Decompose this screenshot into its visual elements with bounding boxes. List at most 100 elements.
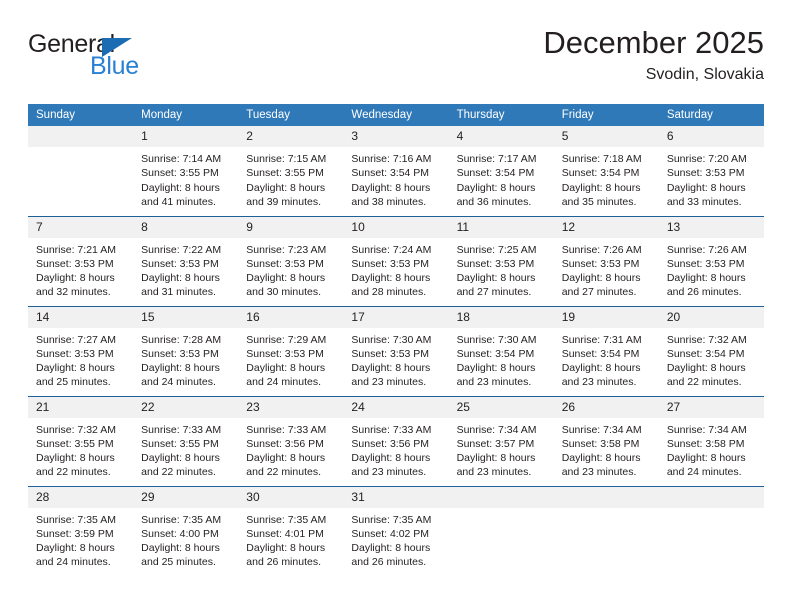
calendar-day-cell[interactable]: 9 Sunrise: 7:23 AM Sunset: 3:53 PM Daylight… — [238, 215, 344, 306]
calendar-day-cell[interactable]: 28 Sunrise: 7:35 AM Sunset: 3:59 PM Dayligh… — [28, 485, 134, 576]
daylight-duration-line2: and 22 minutes. — [36, 466, 111, 479]
calendar-day-cell[interactable]: 11 Sunrise: 7:25 AM Sunset: 3:53 PM Dayligh… — [448, 215, 554, 306]
daylight-duration-line1: Daylight: 8 hours — [36, 542, 115, 555]
calendar-day-cell[interactable]: 5 Sunrise: 7:18 AM Sunset: 3:54 PM Daylight… — [553, 126, 659, 216]
day-sun-info: Sunrise: 7:16 AM Sunset: 3:54 PM Daylight:… — [343, 147, 448, 209]
daylight-duration-line1: Daylight: 8 hours — [351, 542, 431, 555]
calendar-day-cell[interactable]: 18 Sunrise: 7:30 AM Sunset: 3:54 PM Dayligh… — [448, 305, 554, 396]
day-sun-info: Sunrise: 7:21 AM Sunset: 3:53 PM Daylight:… — [28, 238, 133, 300]
day-number: 21 — [28, 396, 134, 418]
calendar-day-cell[interactable]: 3 Sunrise: 7:16 AM Sunset: 3:54 PM Daylight… — [343, 126, 449, 216]
weekday-header-thursday: Thursday — [448, 104, 554, 126]
daylight-duration-line2: and 41 minutes. — [141, 195, 216, 208]
sunset-time: Sunset: 3:56 PM — [351, 437, 430, 450]
sunset-time: Sunset: 3:54 PM — [456, 167, 535, 180]
daylight-duration-line2: and 32 minutes. — [36, 286, 111, 299]
sunset-time: Sunset: 3:53 PM — [666, 257, 745, 270]
day-number: 20 — [658, 306, 764, 328]
sunset-time: Sunset: 3:53 PM — [36, 347, 114, 360]
sunrise-time: Sunrise: 7:21 AM — [36, 243, 116, 256]
day-number — [28, 126, 134, 147]
calendar-day-cell[interactable]: 31 Sunrise: 7:35 AM Sunset: 4:02 PM Dayligh… — [343, 485, 449, 576]
day-sun-info: Sunrise: 7:17 AM Sunset: 3:54 PM Daylight:… — [449, 147, 554, 209]
sunrise-time: Sunrise: 7:31 AM — [561, 333, 642, 346]
day-sun-info: Sunrise: 7:29 AM Sunset: 3:53 PM Daylight:… — [238, 328, 343, 390]
calendar-day-cell[interactable]: 23 Sunrise: 7:33 AM Sunset: 3:56 PM Dayligh… — [238, 395, 344, 486]
calendar-day-cell[interactable]: 17 Sunrise: 7:30 AM Sunset: 3:53 PM Dayligh… — [343, 305, 449, 396]
sunrise-time: Sunrise: 7:33 AM — [351, 423, 432, 436]
day-sun-info: Sunrise: 7:25 AM Sunset: 3:53 PM Daylight:… — [449, 238, 554, 300]
sunrise-time: Sunrise: 7:34 AM — [666, 423, 747, 436]
calendar-day-cell[interactable]: 15 Sunrise: 7:28 AM Sunset: 3:53 PM Dayligh… — [133, 305, 239, 396]
calendar-day-cell[interactable]: 30 Sunrise: 7:35 AM Sunset: 4:01 PM Dayligh… — [238, 485, 344, 576]
calendar-day-cell[interactable]: 1 Sunrise: 7:14 AM Sunset: 3:55 PM Daylight… — [133, 126, 239, 216]
day-number: 15 — [133, 306, 239, 328]
sunset-time: Sunset: 3:53 PM — [246, 257, 324, 270]
calendar-day-cell[interactable]: 26 Sunrise: 7:34 AM Sunset: 3:58 PM Dayligh… — [553, 395, 659, 486]
day-sun-info: Sunrise: 7:23 AM Sunset: 3:53 PM Daylight:… — [238, 238, 343, 300]
calendar-day-cell[interactable]: 10 Sunrise: 7:24 AM Sunset: 3:53 PM Dayligh… — [343, 215, 449, 306]
sunrise-time: Sunrise: 7:24 AM — [351, 243, 432, 256]
sunset-time: Sunset: 3:54 PM — [561, 347, 640, 360]
daylight-duration-line2: and 33 minutes. — [666, 195, 742, 208]
calendar-day-cell[interactable]: 24 Sunrise: 7:33 AM Sunset: 3:56 PM Dayligh… — [343, 395, 449, 486]
calendar-day-cell[interactable]: 8 Sunrise: 7:22 AM Sunset: 3:53 PM Daylight… — [133, 215, 239, 306]
calendar-day-cell[interactable]: 4 Sunrise: 7:17 AM Sunset: 3:54 PM Daylight… — [448, 126, 554, 216]
sunset-time: Sunset: 3:58 PM — [561, 437, 640, 450]
day-sun-info: Sunrise: 7:26 AM Sunset: 3:53 PM Daylight:… — [659, 238, 764, 300]
daylight-duration-line1: Daylight: 8 hours — [246, 181, 326, 194]
sunrise-time: Sunrise: 7:16 AM — [351, 153, 432, 165]
calendar-empty-cell — [553, 485, 659, 576]
daylight-duration-line2: and 24 minutes. — [36, 556, 111, 569]
calendar-day-cell[interactable]: 12 Sunrise: 7:26 AM Sunset: 3:53 PM Dayligh… — [553, 215, 659, 306]
daylight-duration-line1: Daylight: 8 hours — [561, 272, 641, 285]
calendar-day-cell[interactable]: 21 Sunrise: 7:32 AM Sunset: 3:55 PM Dayligh… — [28, 395, 134, 486]
calendar-day-cell[interactable]: 29 Sunrise: 7:35 AM Sunset: 4:00 PM Dayligh… — [133, 485, 239, 576]
daylight-duration-line1: Daylight: 8 hours — [351, 181, 431, 194]
daylight-duration-line2: and 26 minutes. — [246, 556, 321, 569]
daylight-duration-line2: and 24 minutes. — [246, 376, 321, 389]
sunset-time: Sunset: 3:54 PM — [456, 347, 535, 360]
day-sun-info: Sunrise: 7:31 AM Sunset: 3:54 PM Daylight:… — [554, 328, 659, 390]
sunset-time: Sunset: 3:53 PM — [456, 257, 535, 270]
day-number: 17 — [343, 306, 449, 328]
sunset-time: Sunset: 3:53 PM — [561, 257, 640, 270]
day-sun-info: Sunrise: 7:35 AM Sunset: 3:59 PM Daylight:… — [28, 508, 133, 570]
day-sun-info: Sunrise: 7:27 AM Sunset: 3:53 PM Daylight:… — [28, 328, 133, 390]
daylight-duration-line1: Daylight: 8 hours — [36, 272, 115, 285]
sunset-time: Sunset: 3:56 PM — [246, 437, 324, 450]
sunset-time: Sunset: 3:53 PM — [141, 257, 219, 270]
sunrise-time: Sunrise: 7:32 AM — [666, 333, 747, 346]
daylight-duration-line1: Daylight: 8 hours — [666, 362, 746, 375]
calendar-day-cell[interactable]: 27 Sunrise: 7:34 AM Sunset: 3:58 PM Dayligh… — [658, 395, 764, 486]
sunset-time: Sunset: 3:55 PM — [36, 437, 114, 450]
calendar-day-cell[interactable]: 2 Sunrise: 7:15 AM Sunset: 3:55 PM Daylight… — [238, 126, 344, 216]
day-number: 25 — [448, 396, 554, 418]
calendar-day-cell[interactable]: 20 Sunrise: 7:32 AM Sunset: 3:54 PM Dayligh… — [658, 305, 764, 396]
daylight-duration-line1: Daylight: 8 hours — [666, 452, 746, 465]
calendar-day-cell[interactable]: 25 Sunrise: 7:34 AM Sunset: 3:57 PM Dayligh… — [448, 395, 554, 486]
calendar-week-row: 7 Sunrise: 7:21 AM Sunset: 3:53 PM Daylight… — [28, 215, 764, 306]
sunset-time: Sunset: 3:54 PM — [666, 347, 745, 360]
calendar-day-cell[interactable]: 19 Sunrise: 7:31 AM Sunset: 3:54 PM Dayligh… — [553, 305, 659, 396]
day-sun-info: Sunrise: 7:30 AM Sunset: 3:54 PM Daylight:… — [449, 328, 554, 390]
calendar-week-row: 1 Sunrise: 7:14 AM Sunset: 3:55 PM Daylight… — [28, 126, 764, 216]
sunrise-time: Sunrise: 7:25 AM — [456, 243, 537, 256]
calendar-day-cell[interactable]: 7 Sunrise: 7:21 AM Sunset: 3:53 PM Daylight… — [28, 215, 134, 306]
daylight-duration-line1: Daylight: 8 hours — [456, 272, 536, 285]
calendar-day-cell[interactable]: 22 Sunrise: 7:33 AM Sunset: 3:55 PM Dayligh… — [133, 395, 239, 486]
sunset-time: Sunset: 4:02 PM — [351, 527, 430, 540]
calendar-day-cell[interactable]: 13 Sunrise: 7:26 AM Sunset: 3:53 PM Dayligh… — [658, 215, 764, 306]
sunset-time: Sunset: 3:54 PM — [351, 167, 430, 180]
daylight-duration-line2: and 25 minutes. — [141, 556, 216, 569]
calendar-day-cell[interactable]: 16 Sunrise: 7:29 AM Sunset: 3:53 PM Dayligh… — [238, 305, 344, 396]
calendar-day-cell[interactable]: 14 Sunrise: 7:27 AM Sunset: 3:53 PM Dayligh… — [28, 305, 134, 396]
calendar-day-cell[interactable]: 6 Sunrise: 7:20 AM Sunset: 3:53 PM Daylight… — [658, 126, 764, 216]
daylight-duration-line1: Daylight: 8 hours — [36, 362, 115, 375]
calendar-week-row: 21 Sunrise: 7:32 AM Sunset: 3:55 PM Dayligh… — [28, 395, 764, 486]
day-sun-info: Sunrise: 7:22 AM Sunset: 3:53 PM Daylight:… — [133, 238, 238, 300]
day-number: 18 — [448, 306, 554, 328]
sunset-time: Sunset: 4:01 PM — [246, 527, 324, 540]
sunset-time: Sunset: 3:53 PM — [36, 257, 114, 270]
general-blue-logo: General Blue — [28, 28, 248, 88]
